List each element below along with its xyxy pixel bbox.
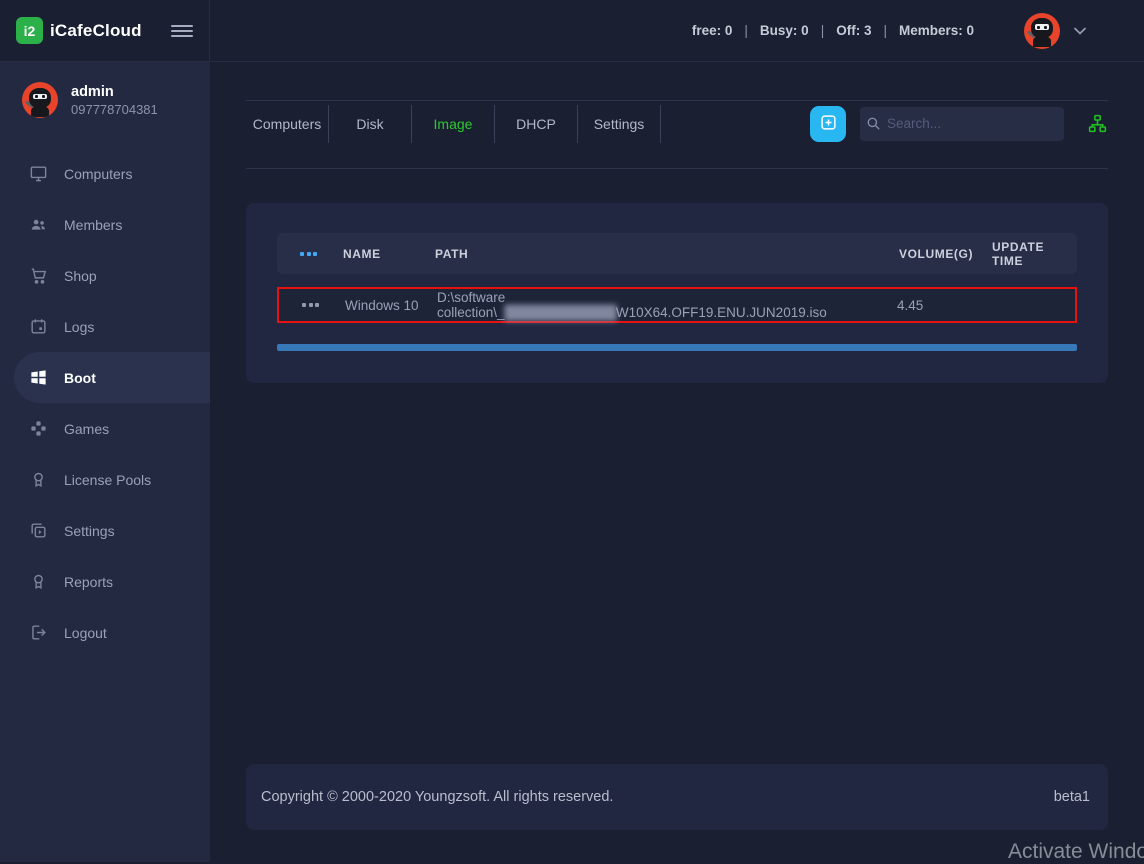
version-label: beta1	[1054, 789, 1090, 805]
plus-icon	[820, 114, 837, 134]
tab-computers[interactable]: Computers	[246, 105, 329, 143]
monitor-icon	[28, 164, 48, 184]
censored-path-segment: █████████████	[505, 305, 616, 320]
windows-icon	[28, 368, 48, 388]
column-header-update-time: UPDATE TIME	[992, 240, 1077, 268]
stat-off: Off: 3	[836, 23, 871, 38]
toolbar	[810, 106, 1108, 142]
profile-block: admin 097778704381	[0, 82, 210, 124]
cart-icon	[28, 266, 48, 286]
stat-separator: |	[744, 23, 748, 38]
brand-zone: i2 iCafeCloud	[0, 0, 210, 61]
profile-name: admin	[71, 84, 158, 100]
app-logo[interactable]: i2 iCafeCloud	[16, 17, 142, 44]
stat-separator: |	[821, 23, 825, 38]
calendar-icon	[28, 317, 48, 337]
stat-busy: Busy: 0	[760, 23, 809, 38]
cell-path: D:\software collection\_█████████████W10…	[437, 290, 897, 320]
cell-name: Windows 10	[345, 298, 437, 313]
profile-phone: 097778704381	[71, 102, 158, 117]
logo-icon: i2	[16, 17, 43, 44]
badge-icon	[28, 470, 48, 490]
stat-separator: |	[883, 23, 887, 38]
logout-icon	[28, 623, 48, 643]
topbar: i2 iCafeCloud free: 0 | Busy: 0 | Off: 3…	[0, 0, 1144, 62]
sidebar-item-label: Boot	[64, 370, 96, 386]
chevron-down-icon[interactable]	[1074, 22, 1086, 40]
search-input[interactable]	[887, 116, 1064, 131]
sidebar: admin 097778704381 Computers Members Sho…	[0, 62, 210, 862]
sidebar-item-label: Logout	[64, 625, 107, 641]
sidebar-item-label: Games	[64, 421, 109, 437]
layers-icon	[28, 521, 48, 541]
status-counters: free: 0 | Busy: 0 | Off: 3 | Members: 0	[692, 23, 974, 38]
copyright-text: Copyright © 2000-2020 Youngzsoft. All ri…	[261, 789, 613, 805]
main-content: Computers Disk Image DHCP Settings	[210, 100, 1144, 830]
sidebar-item-boot[interactable]: Boot	[14, 352, 210, 403]
badge-icon	[28, 572, 48, 592]
tab-dhcp[interactable]: DHCP	[495, 105, 578, 143]
sidebar-item-computers[interactable]: Computers	[0, 148, 210, 199]
sidebar-item-label: License Pools	[64, 472, 151, 488]
network-topology-icon[interactable]	[1087, 113, 1108, 134]
footer: Copyright © 2000-2020 Youngzsoft. All ri…	[246, 764, 1108, 830]
column-header-path: PATH	[435, 247, 899, 261]
divider	[246, 168, 1108, 169]
sidebar-item-label: Settings	[64, 523, 115, 539]
sidebar-item-label: Logs	[64, 319, 94, 335]
profile-avatar	[22, 82, 58, 118]
sidebar-item-label: Reports	[64, 574, 113, 590]
tab-bar: Computers Disk Image DHCP Settings	[246, 105, 661, 143]
sidebar-item-reports[interactable]: Reports	[0, 556, 210, 607]
tabs-toolbar-row: Computers Disk Image DHCP Settings	[246, 100, 1108, 146]
activate-windows-watermark: Activate Windows	[1008, 840, 1144, 864]
sidebar-item-shop[interactable]: Shop	[0, 250, 210, 301]
tab-disk[interactable]: Disk	[329, 105, 412, 143]
topbar-right: free: 0 | Busy: 0 | Off: 3 | Members: 0	[210, 13, 1144, 49]
gamepad-icon	[28, 419, 48, 439]
sidebar-item-license-pools[interactable]: License Pools	[0, 454, 210, 505]
sidebar-item-label: Shop	[64, 268, 97, 284]
horizontal-scrollbar[interactable]	[277, 344, 1077, 351]
sidebar-item-members[interactable]: Members	[0, 199, 210, 250]
column-header-volume: VOLUME(G)	[899, 247, 992, 261]
image-table-panel: NAME PATH VOLUME(G) UPDATE TIME Windows …	[246, 203, 1108, 383]
table-header: NAME PATH VOLUME(G) UPDATE TIME	[277, 233, 1077, 274]
user-avatar[interactable]	[1024, 13, 1060, 49]
sidebar-item-logout[interactable]: Logout	[0, 607, 210, 658]
cell-volume: 4.45	[897, 298, 990, 313]
sidebar-item-settings[interactable]: Settings	[0, 505, 210, 556]
sidebar-menu: Computers Members Shop Logs Boot	[0, 148, 210, 658]
table-row[interactable]: Windows 10 D:\software collection\_█████…	[277, 287, 1077, 323]
sidebar-item-label: Members	[64, 217, 122, 233]
search-icon	[860, 116, 887, 131]
menu-icon[interactable]	[171, 22, 193, 40]
app-title: iCafeCloud	[50, 21, 142, 41]
add-button[interactable]	[810, 106, 846, 142]
column-header-name: NAME	[343, 247, 435, 261]
search-box	[860, 107, 1064, 141]
row-actions-icon[interactable]	[277, 252, 343, 256]
sidebar-item-games[interactable]: Games	[0, 403, 210, 454]
stat-members: Members: 0	[899, 23, 974, 38]
tab-settings[interactable]: Settings	[578, 105, 661, 143]
sidebar-item-logs[interactable]: Logs	[0, 301, 210, 352]
stat-free: free: 0	[692, 23, 733, 38]
members-icon	[28, 215, 48, 235]
row-actions-icon[interactable]	[279, 303, 345, 307]
tab-image[interactable]: Image	[412, 105, 495, 143]
sidebar-item-label: Computers	[64, 166, 132, 182]
